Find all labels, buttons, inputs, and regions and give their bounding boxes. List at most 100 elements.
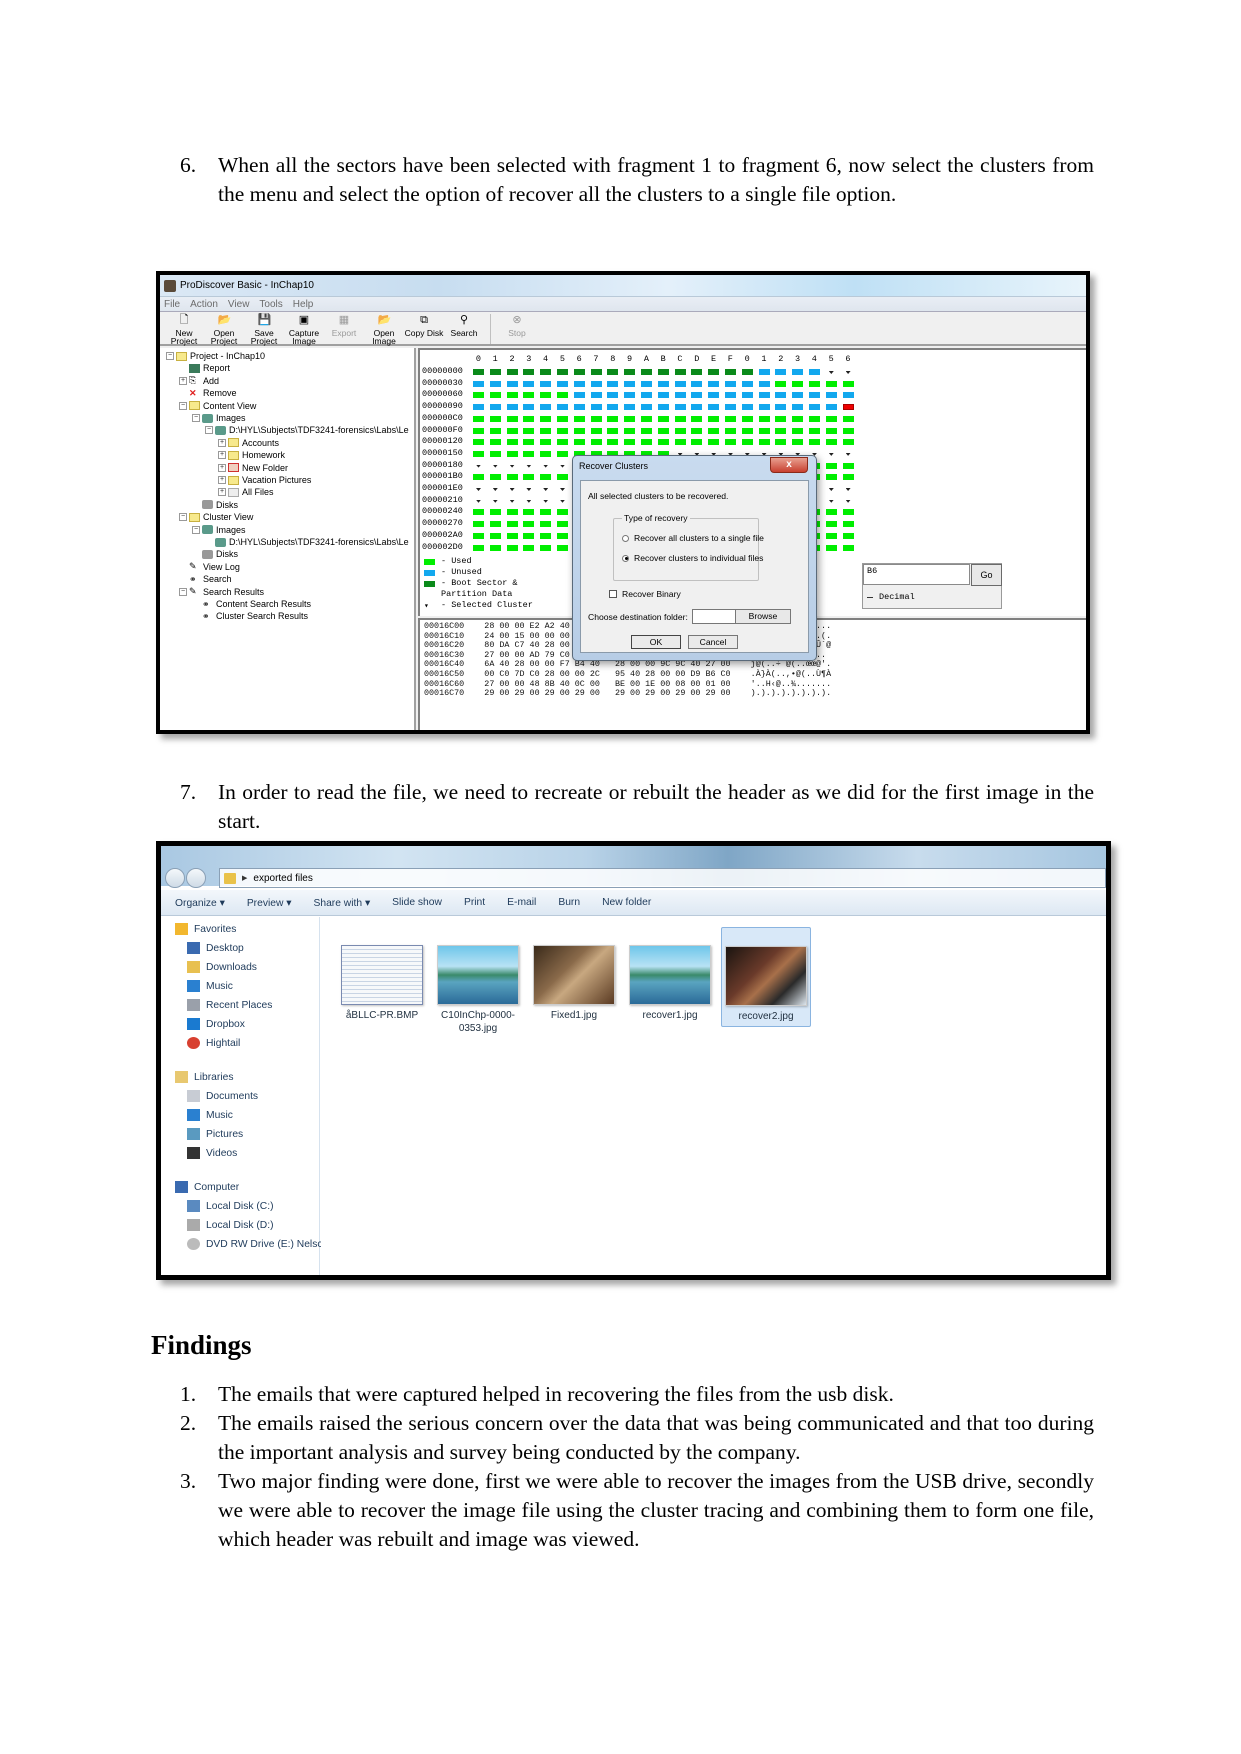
cluster-cell-sel[interactable]	[543, 488, 549, 491]
cluster-cell-used[interactable]	[506, 521, 518, 528]
command-burn[interactable]: Burn	[558, 897, 580, 908]
cluster-cell-used[interactable]	[523, 521, 535, 528]
tree-item[interactable]: + New Folder	[218, 462, 288, 474]
cluster-cell-unused[interactable]	[708, 380, 720, 387]
cluster-cell-used[interactable]	[557, 439, 568, 446]
cluster-cell-unused[interactable]	[792, 404, 804, 411]
tree-item[interactable]: ⚭ Content Search Results	[192, 598, 311, 610]
cluster-cell-used[interactable]	[674, 415, 686, 422]
tree-item[interactable]: + Accounts	[218, 437, 279, 449]
cluster-cell-used[interactable]	[657, 439, 669, 446]
cluster-cell-used[interactable]	[809, 415, 820, 422]
go-button[interactable]: Go	[971, 564, 1002, 586]
cluster-cell-boot[interactable]	[657, 369, 669, 375]
cluster-cell-used[interactable]	[775, 439, 787, 446]
cluster-cell-used[interactable]	[489, 439, 501, 446]
cluster-cell-used[interactable]	[557, 392, 568, 399]
cluster-cell-used[interactable]	[557, 544, 568, 551]
cluster-cell-used[interactable]	[825, 544, 837, 551]
recover-binary-checkbox[interactable]: Recover Binary	[609, 589, 681, 599]
cluster-cell-used[interactable]	[825, 462, 837, 469]
menu-view[interactable]: View	[228, 299, 250, 310]
cluster-cell-sel[interactable]	[509, 488, 515, 491]
tree-item[interactable]: − Cluster View	[179, 511, 253, 523]
cluster-cell-used[interactable]	[523, 532, 535, 539]
cluster-cell-sel[interactable]	[560, 499, 565, 503]
cluster-cell-unused[interactable]	[489, 404, 501, 411]
toolbar-button-save-project[interactable]: 💾 Save Project	[244, 314, 284, 345]
toolbar-button-open-project[interactable]: 📂 Open Project	[204, 314, 244, 345]
nav-item-recent-places[interactable]: Recent Places	[187, 999, 272, 1011]
tree-item[interactable]: − Images	[192, 524, 246, 536]
cluster-cell-unused[interactable]	[674, 392, 686, 399]
nav-item-libraries[interactable]: Libraries	[175, 1071, 234, 1083]
cluster-cell-unused[interactable]	[691, 380, 703, 387]
cluster-cell-used[interactable]	[691, 439, 703, 446]
menu-tools[interactable]: Tools	[259, 299, 282, 310]
close-button[interactable]: x	[770, 457, 808, 473]
cluster-cell-unused[interactable]	[674, 404, 686, 411]
cluster-cell-used[interactable]	[641, 415, 652, 422]
cluster-cell-boot[interactable]	[590, 369, 602, 375]
cluster-cell-boot[interactable]	[725, 369, 736, 375]
cluster-cell-used[interactable]	[825, 380, 837, 387]
cluster-cell-used[interactable]	[825, 427, 837, 434]
tree-item[interactable]: + Homework	[218, 449, 285, 461]
cluster-cell-used[interactable]	[809, 427, 820, 434]
nav-item-computer[interactable]: Computer	[175, 1181, 239, 1193]
cluster-cell-unused[interactable]	[607, 404, 619, 411]
cluster-cell-used[interactable]	[557, 474, 568, 481]
cluster-cell-used[interactable]	[473, 544, 484, 551]
menu-help[interactable]: Help	[293, 299, 314, 310]
tree-item[interactable]: − Project - InChap10	[166, 350, 265, 362]
cluster-cell-unused[interactable]	[825, 404, 837, 411]
cluster-cell-unused[interactable]	[758, 369, 770, 375]
toolbar-button-search[interactable]: ⚲ Search	[444, 314, 484, 337]
tree-item[interactable]: D:\HYL\Subjects\TDF3241-forensics\Labs\L…	[205, 536, 409, 548]
cluster-cell-unused[interactable]	[691, 404, 703, 411]
cluster-cell-used[interactable]	[489, 532, 501, 539]
cluster-cell-unused[interactable]	[489, 380, 501, 387]
tree-item[interactable]: + Vacation Pictures	[218, 474, 311, 486]
tree-item[interactable]: ⚭ Cluster Search Results	[192, 610, 308, 622]
cluster-cell-used[interactable]	[540, 509, 552, 516]
cluster-cell-used[interactable]	[506, 439, 518, 446]
cluster-cell-boot[interactable]	[607, 369, 619, 375]
cluster-cell-used[interactable]	[540, 474, 552, 481]
tree-item[interactable]: Disks	[192, 548, 238, 560]
menu-action[interactable]: Action	[190, 299, 218, 310]
cluster-cell-used[interactable]	[674, 439, 686, 446]
cluster-cell-used[interactable]	[473, 415, 484, 422]
tree-item[interactable]: Disks	[192, 499, 238, 511]
cluster-cell-used[interactable]	[607, 439, 619, 446]
cluster-cell-unused[interactable]	[775, 369, 787, 375]
cluster-cell-used[interactable]	[473, 439, 484, 446]
cluster-cell-unused[interactable]	[842, 392, 854, 399]
collapse-icon[interactable]: −	[179, 401, 187, 410]
cluster-cell-unused[interactable]	[758, 404, 770, 411]
cluster-cell-used[interactable]	[506, 509, 518, 516]
cluster-cell-used[interactable]	[792, 415, 804, 422]
forward-button[interactable]	[186, 868, 206, 888]
nav-item-dropbox[interactable]: Dropbox	[187, 1018, 245, 1030]
tree-item[interactable]: ⚭ Search	[179, 573, 232, 585]
cluster-cell-used[interactable]	[557, 509, 568, 516]
cluster-cell-used[interactable]	[641, 427, 652, 434]
decimal-checkbox[interactable]: Decimal	[867, 592, 915, 602]
cluster-cell-used[interactable]	[557, 427, 568, 434]
cluster-cell-used[interactable]	[540, 439, 552, 446]
cluster-cell-used[interactable]	[758, 415, 770, 422]
cluster-cell-unused[interactable]	[657, 380, 669, 387]
cluster-cell-unused[interactable]	[506, 380, 518, 387]
cluster-cell-unused[interactable]	[674, 380, 686, 387]
cluster-cell-unused[interactable]	[624, 392, 636, 399]
cluster-cell-used[interactable]	[809, 380, 820, 387]
cluster-cell-unused[interactable]	[557, 404, 568, 411]
cluster-cell-boot[interactable]	[473, 369, 484, 375]
nav-item-music[interactable]: Music	[187, 1109, 233, 1121]
cluster-cell-used[interactable]	[725, 439, 736, 446]
cluster-cell-used[interactable]	[523, 392, 535, 399]
cluster-cell-boot[interactable]	[708, 369, 720, 375]
cluster-cell-unused[interactable]	[624, 380, 636, 387]
cluster-cell-unused[interactable]	[792, 369, 804, 375]
